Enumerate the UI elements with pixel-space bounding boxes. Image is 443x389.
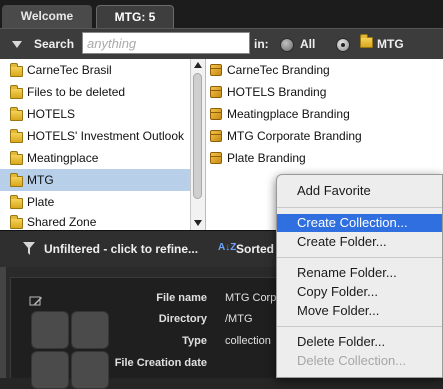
folder-label: Plate [27, 195, 55, 209]
scope-collection-label[interactable]: MTG [377, 37, 404, 51]
collection-box-icon [210, 130, 222, 142]
folder-icon [10, 215, 23, 229]
menu-item-add-favorite[interactable]: Add Favorite [277, 182, 442, 200]
search-label: Search [34, 37, 75, 51]
folder-icon [10, 195, 23, 209]
disclosure-triangle-icon[interactable] [12, 41, 22, 48]
sort-button[interactable]: Sorted [236, 242, 274, 256]
search-bar: Search in: All MTG [0, 28, 443, 59]
folder-icon [10, 107, 23, 121]
scope-all-radio[interactable] [280, 38, 294, 52]
field-value-directory: /MTG [225, 313, 253, 325]
side-strip [0, 267, 6, 378]
folder-item-mtg[interactable]: MTG [0, 169, 190, 191]
folder-label: HOTELS [27, 107, 76, 121]
field-label-file-name: File name [156, 292, 207, 304]
collection-box-icon [210, 108, 222, 120]
folder-item-carnetec-brasil[interactable]: CarneTec Brasil [0, 59, 190, 81]
thumbnail-cell [31, 351, 69, 389]
folder-label: MTG [27, 173, 54, 187]
search-input[interactable] [82, 32, 250, 54]
menu-separator [277, 207, 442, 208]
folder-label: Meatingplace [27, 151, 99, 165]
folder-item-hotels-investment-outlook[interactable]: HOTELS' Investment Outlook [0, 125, 190, 147]
folder-icon [360, 34, 373, 48]
scope-label: in: [254, 37, 269, 51]
sort-az-icon[interactable]: A↓Z [218, 242, 236, 253]
thumbnail-cell [31, 311, 69, 349]
field-value-file-name: MTG Corpo [225, 292, 283, 304]
scroll-down-arrow-icon[interactable] [194, 220, 202, 226]
edit-metadata-icon[interactable] [29, 295, 43, 307]
scroll-up-arrow-icon[interactable] [194, 62, 202, 68]
scrollbar-thumb[interactable] [193, 73, 202, 199]
scope-all-label[interactable]: All [300, 37, 315, 51]
context-menu: Add Favorite Create Collection... Create… [276, 174, 443, 378]
folder-icon [10, 85, 23, 99]
menu-item-delete-collection: Delete Collection... [297, 353, 407, 368]
field-label-file-creation-date: File Creation date [114, 357, 207, 369]
folder-item-hotels[interactable]: HOTELS [0, 103, 190, 125]
folder-list: CarneTec Brasil Files to be deleted HOTE… [0, 59, 190, 230]
collection-box-icon [210, 64, 222, 76]
field-label-type: Type [182, 335, 207, 347]
folder-item-shared-zone[interactable]: Shared Zone [0, 211, 190, 230]
menu-separator [277, 257, 442, 258]
collection-label: MTG Corporate Branding [227, 129, 362, 143]
collection-label: CarneTec Branding [227, 63, 330, 77]
collection-label: Plate Branding [227, 151, 306, 165]
folder-list-scrollbar[interactable] [190, 59, 205, 230]
folder-label: CarneTec Brasil [27, 63, 112, 77]
funnel-icon[interactable] [23, 242, 35, 256]
menu-item-copy-folder[interactable]: Copy Folder... [277, 283, 442, 301]
field-label-directory: Directory [158, 313, 207, 325]
menu-item-rename-folder[interactable]: Rename Folder... [277, 264, 442, 282]
collection-box-icon [210, 152, 222, 164]
filter-refine-button[interactable]: Unfiltered - click to refine... [44, 242, 198, 256]
folder-item-files-to-be-deleted[interactable]: Files to be deleted [0, 81, 190, 103]
folder-label: Shared Zone [27, 215, 97, 229]
menu-item-create-collection[interactable]: Create Collection... [277, 214, 442, 232]
menu-item-delete-folder[interactable]: Delete Folder... [277, 333, 442, 351]
menu-item-move-folder[interactable]: Move Folder... [277, 302, 442, 320]
scope-collection-radio[interactable] [336, 38, 350, 52]
menu-separator [277, 326, 442, 327]
folder-icon [10, 151, 23, 165]
collection-label: HOTELS Branding [227, 85, 327, 99]
collection-box-icon [210, 86, 222, 98]
tab-mtg[interactable]: MTG: 5 [96, 5, 174, 29]
tab-bar: Welcome MTG: 5 [0, 0, 443, 29]
field-value-type: collection [225, 335, 271, 347]
folder-label: HOTELS' Investment Outlook [27, 129, 185, 143]
collection-label: Meatingplace Branding [227, 107, 350, 121]
folder-icon [10, 63, 23, 77]
folder-icon [10, 173, 23, 187]
tab-welcome[interactable]: Welcome [2, 5, 92, 28]
folder-icon [10, 129, 23, 143]
folder-item-meatingplace[interactable]: Meatingplace [0, 147, 190, 169]
menu-item-create-folder[interactable]: Create Folder... [277, 233, 442, 251]
folder-label: Files to be deleted [27, 85, 126, 99]
folder-item-plate[interactable]: Plate [0, 191, 190, 213]
